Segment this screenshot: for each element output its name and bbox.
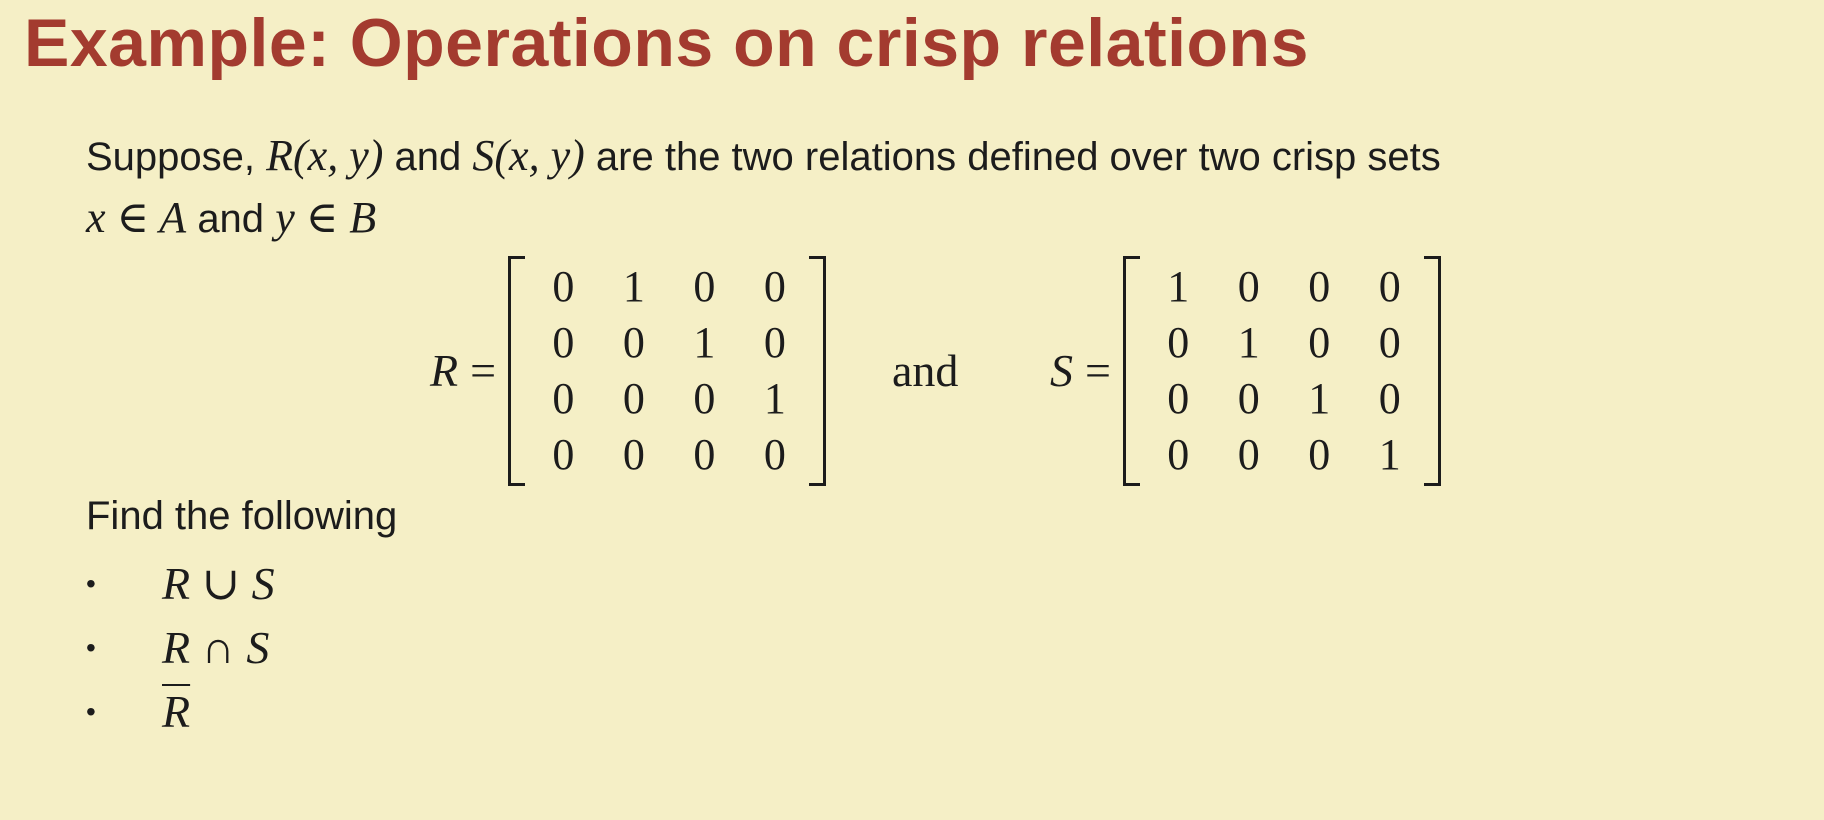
task-intersection: R ∩ S [162,622,270,673]
matrix-cell: 0 [1308,429,1331,479]
matrix-cell: 0 [1167,429,1190,479]
matrix-cell: 0 [622,373,645,423]
matrix-r-left-bracket [508,256,526,486]
matrix-cell: 0 [622,429,645,479]
matrix-cell: 1 [693,317,716,367]
matrix-cell: 0 [552,317,575,367]
matrix-s-equals: = [1085,345,1111,396]
matrix-cell: 0 [1378,317,1401,367]
matrix-s: 1 0 0 0 0 1 0 0 0 0 1 0 0 0 0 1 [1122,256,1441,486]
intro-line-2: x ∈ A and y ∈ B [86,190,376,247]
matrix-cell: 0 [693,261,716,311]
matrix-cell: 0 [693,429,716,479]
matrices-and-text: and [892,345,959,396]
slide-title: Example: Operations on crisp relations [24,5,1309,81]
matrix-s-name: S [1050,345,1073,396]
matrix-cell: 1 [1167,261,1190,311]
matrix-r-equals: = [470,345,497,396]
matrix-cell: 0 [763,317,786,367]
matrix-r: 0 1 0 0 0 0 1 0 0 0 0 1 0 0 0 0 [508,256,827,486]
matrix-cell: 1 [1237,317,1260,367]
bullet-icon: • [86,696,96,727]
matrix-cell: 0 [1237,261,1260,311]
matrix-cell: 0 [1237,373,1260,423]
bullet-icon: • [86,568,96,599]
intro-rest-text: are the two relations defined over two c… [595,135,1441,179]
matrix-cell: 0 [552,261,575,311]
matrix-r-equation: R = 0 1 0 0 0 0 1 0 0 0 0 1 0 0 0 0 [430,256,827,486]
and-text-1: and [394,135,462,179]
matrix-cell: 0 [1308,261,1331,311]
matrix-cell: 0 [1308,317,1331,367]
matrix-cell: 1 [763,373,786,423]
y-in-b-expression: y ∈ B [275,193,377,242]
matrix-cell: 1 [1378,429,1401,479]
task-list: • R ∪ S • R ∩ S • R [86,552,275,744]
matrix-cell: 0 [1378,373,1401,423]
find-heading: Find the following [86,494,398,538]
x-in-a-expression: x ∈ A [86,193,187,242]
matrix-cell: 0 [1167,317,1190,367]
and-text-2: and [197,197,265,241]
matrix-s-cells: 1 0 0 0 0 1 0 0 0 0 1 0 0 0 0 1 [1143,258,1425,482]
matrix-cell: 0 [622,317,645,367]
matrix-cell: 1 [1308,373,1331,423]
task-union: R ∪ S [162,558,275,609]
matrix-s-lhs: S = [1050,345,1111,397]
bullet-icon: • [86,632,96,663]
matrix-r-right-bracket [809,256,827,486]
matrix-cell: 0 [1237,429,1260,479]
intro-line-1: Suppose, R(x, y) and S(x, y) are the two… [86,128,1441,185]
relation-r-expression: R(x, y) [266,131,384,180]
task-complement: R [162,686,191,737]
matrix-cell: 0 [552,373,575,423]
matrix-s-equation: S = 1 0 0 0 0 1 0 0 0 0 1 0 0 0 0 1 [1050,256,1441,486]
matrix-cell: 0 [1378,261,1401,311]
matrix-s-right-bracket [1423,256,1441,486]
matrix-cell: 1 [622,261,645,311]
matrix-r-cells: 0 1 0 0 0 0 1 0 0 0 0 1 0 0 0 0 [528,258,810,482]
matrix-r-name: R [430,345,459,396]
matrix-s-left-bracket [1122,256,1140,486]
matrix-r-lhs: R = [430,345,496,397]
relation-s-expression: S(x, y) [472,131,585,180]
matrix-cell: 0 [763,429,786,479]
list-item: • R [86,680,275,744]
matrix-cell: 0 [1167,373,1190,423]
matrix-cell: 0 [693,373,716,423]
suppose-text: Suppose, [86,135,256,179]
matrix-cell: 0 [763,261,786,311]
list-item: • R ∪ S [86,552,275,616]
matrix-cell: 0 [552,429,575,479]
list-item: • R ∩ S [86,616,275,680]
